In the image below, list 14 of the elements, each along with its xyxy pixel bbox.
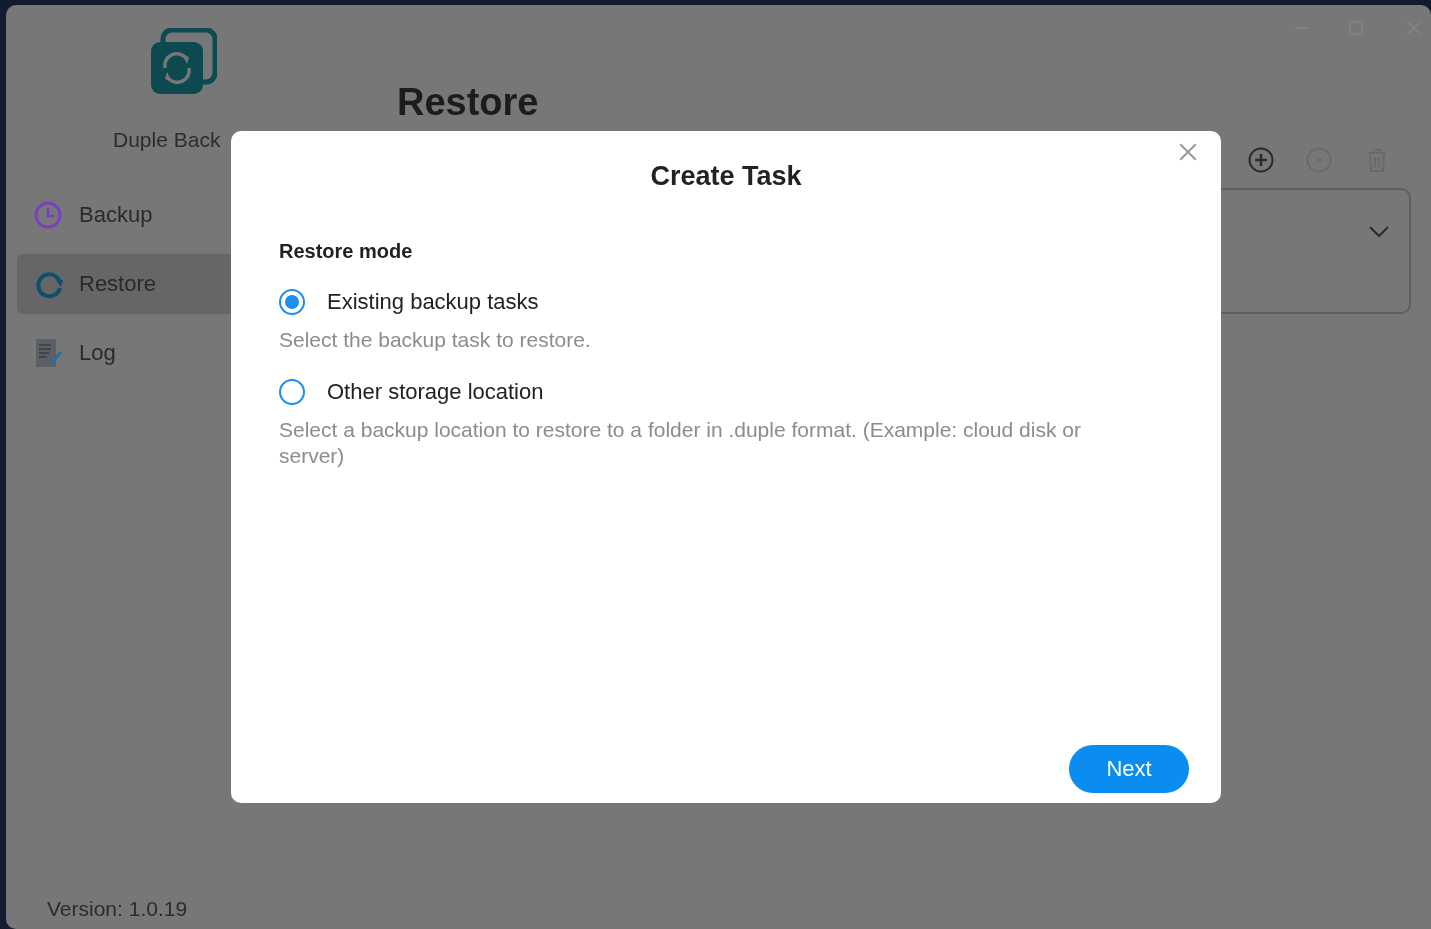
version-label: Version: 1.0.19 bbox=[47, 897, 189, 921]
document-icon bbox=[33, 337, 65, 369]
dialog-title: Create Task bbox=[649, 161, 803, 192]
app-name: Duple Back bbox=[113, 128, 222, 152]
radio-button[interactable] bbox=[279, 379, 305, 405]
app-logo-icon bbox=[149, 28, 217, 96]
option-description: Select a backup location to restore to a folder in .duple format. (Example: cloud disk or server) bbox=[279, 417, 1082, 469]
close-icon[interactable] bbox=[1177, 141, 1199, 163]
add-icon[interactable] bbox=[1247, 146, 1275, 174]
page-title: Restore bbox=[397, 81, 540, 124]
option-description: Select the backup task to restore. bbox=[279, 327, 592, 353]
radio-option[interactable]: Other storage location bbox=[279, 379, 1189, 405]
radio-button[interactable] bbox=[279, 289, 305, 315]
next-button[interactable]: Next bbox=[1069, 745, 1189, 793]
